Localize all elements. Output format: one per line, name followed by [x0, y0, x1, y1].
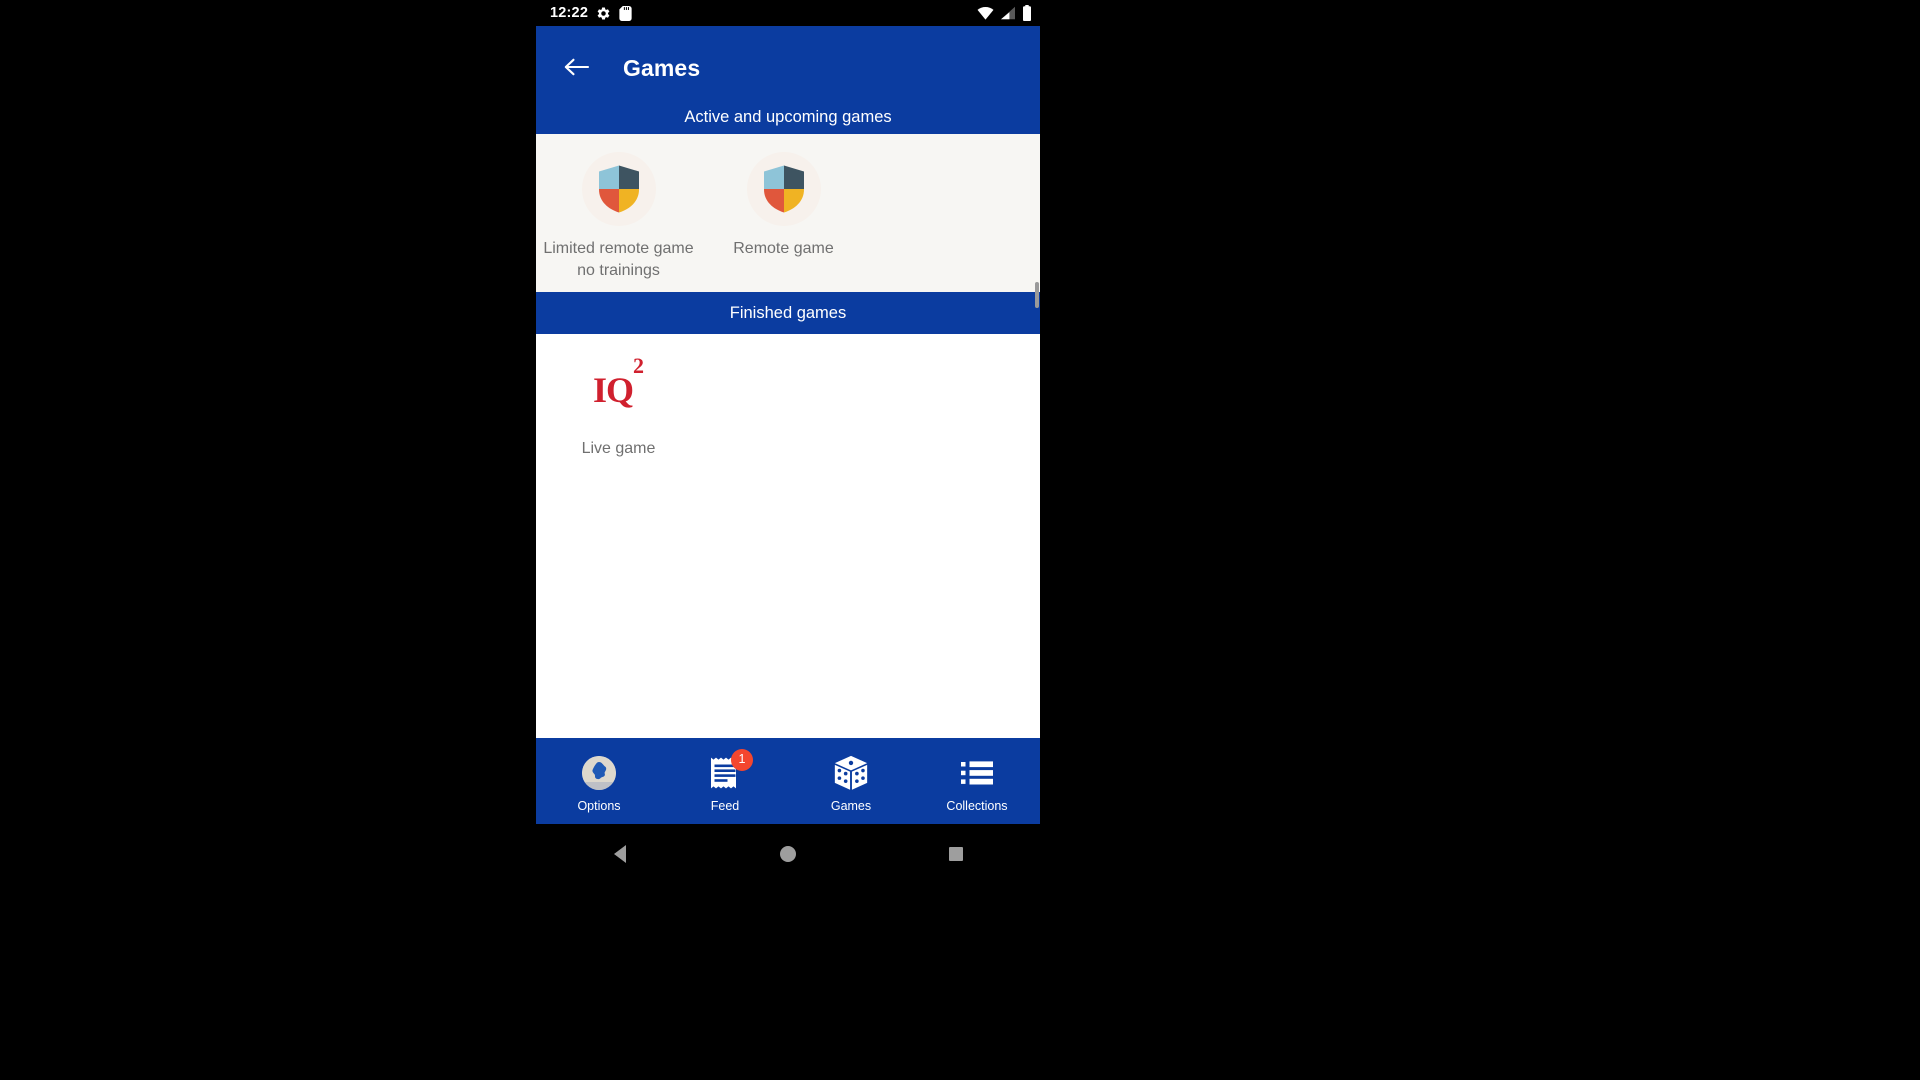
game-tile-art: IQ2	[581, 352, 656, 426]
game-tile-live-game[interactable]: IQ2 Live game	[536, 346, 701, 460]
page-title: Games	[623, 55, 701, 81]
nav-icon-wrap-feed: 1	[709, 748, 753, 792]
battery-icon	[1023, 5, 1031, 21]
section-header-finished-label: Finished games	[729, 303, 847, 322]
nav-label-options: Options	[577, 798, 621, 813]
game-tile-label: Limited remote game no trainings	[543, 240, 694, 279]
sd-card-icon	[619, 5, 632, 21]
game-tile-art	[746, 152, 821, 226]
android-back-button[interactable]	[590, 831, 650, 877]
scrollbar-thumb-active[interactable]	[1035, 282, 1039, 308]
nav-label-games: Games	[830, 798, 872, 813]
status-bar-left: 12:22	[550, 0, 632, 26]
iq2-logo-sup: 2	[633, 352, 644, 378]
shield-icon	[598, 165, 639, 213]
android-recents-button[interactable]	[926, 831, 986, 877]
nav-icon-wrap-collections	[961, 754, 993, 792]
game-tile-label: Remote game	[733, 240, 834, 257]
section-header-active: Active and upcoming games	[684, 108, 892, 126]
app-bar: Games Active and upcoming games	[536, 26, 1040, 134]
iq2-logo-icon: IQ2	[592, 354, 644, 410]
status-bar: 12:22	[536, 0, 1040, 26]
back-triangle-icon	[614, 845, 626, 863]
dice-icon	[834, 755, 868, 790]
list-icon	[961, 760, 993, 784]
nav-item-games[interactable]: Games	[788, 738, 914, 824]
section-header-finished: Finished games	[536, 292, 1040, 334]
iq2-logo-text: IQ	[592, 369, 634, 410]
android-navigation-bar	[536, 824, 1040, 1080]
game-tile-remote-game[interactable]: Remote game	[701, 146, 866, 282]
content-scroll-area[interactable]: Limited remote game no trainings Remote …	[536, 134, 1040, 738]
home-circle-icon	[780, 846, 796, 862]
nav-item-options[interactable]: Options	[536, 738, 662, 824]
game-tile-art	[581, 152, 656, 226]
nav-item-collections[interactable]: Collections	[914, 738, 1040, 824]
nav-label-collections: Collections	[946, 798, 1008, 813]
nav-label-feed: Feed	[710, 798, 740, 813]
avatar-image	[582, 755, 616, 790]
nav-item-feed[interactable]: 1 Feed	[662, 738, 788, 824]
gear-icon	[597, 6, 610, 19]
cell-signal-icon	[1001, 6, 1015, 20]
game-tile-limited-remote[interactable]: Limited remote game no trainings	[536, 146, 701, 282]
avatar-icon	[582, 755, 616, 790]
shield-icon	[763, 165, 804, 213]
back-button[interactable]	[556, 46, 598, 88]
active-games-grid: Limited remote game no trainings Remote …	[536, 134, 1040, 282]
status-bar-right	[977, 0, 1032, 26]
nav-icon-wrap-options	[582, 754, 616, 792]
bottom-navigation: Options 1 Feed Games Collections	[536, 738, 1040, 824]
game-tile-label: Live game	[581, 440, 656, 457]
wifi-icon	[977, 7, 994, 20]
finished-games-panel: IQ2 Live game	[536, 334, 1040, 738]
nav-icon-wrap-games	[832, 754, 870, 792]
finished-games-grid: IQ2 Live game	[536, 334, 1040, 460]
status-bar-clock: 12:22	[550, 4, 589, 21]
android-home-button[interactable]	[758, 831, 818, 877]
feed-badge: 1	[731, 748, 753, 771]
back-arrow-icon	[564, 58, 590, 76]
android-nav-row	[536, 824, 1040, 884]
active-games-panel: Limited remote game no trainings Remote …	[536, 134, 1040, 308]
recents-square-icon	[949, 847, 963, 861]
phone-screen: 12:22 Games Active and upcoming games Li…	[536, 0, 1040, 1080]
